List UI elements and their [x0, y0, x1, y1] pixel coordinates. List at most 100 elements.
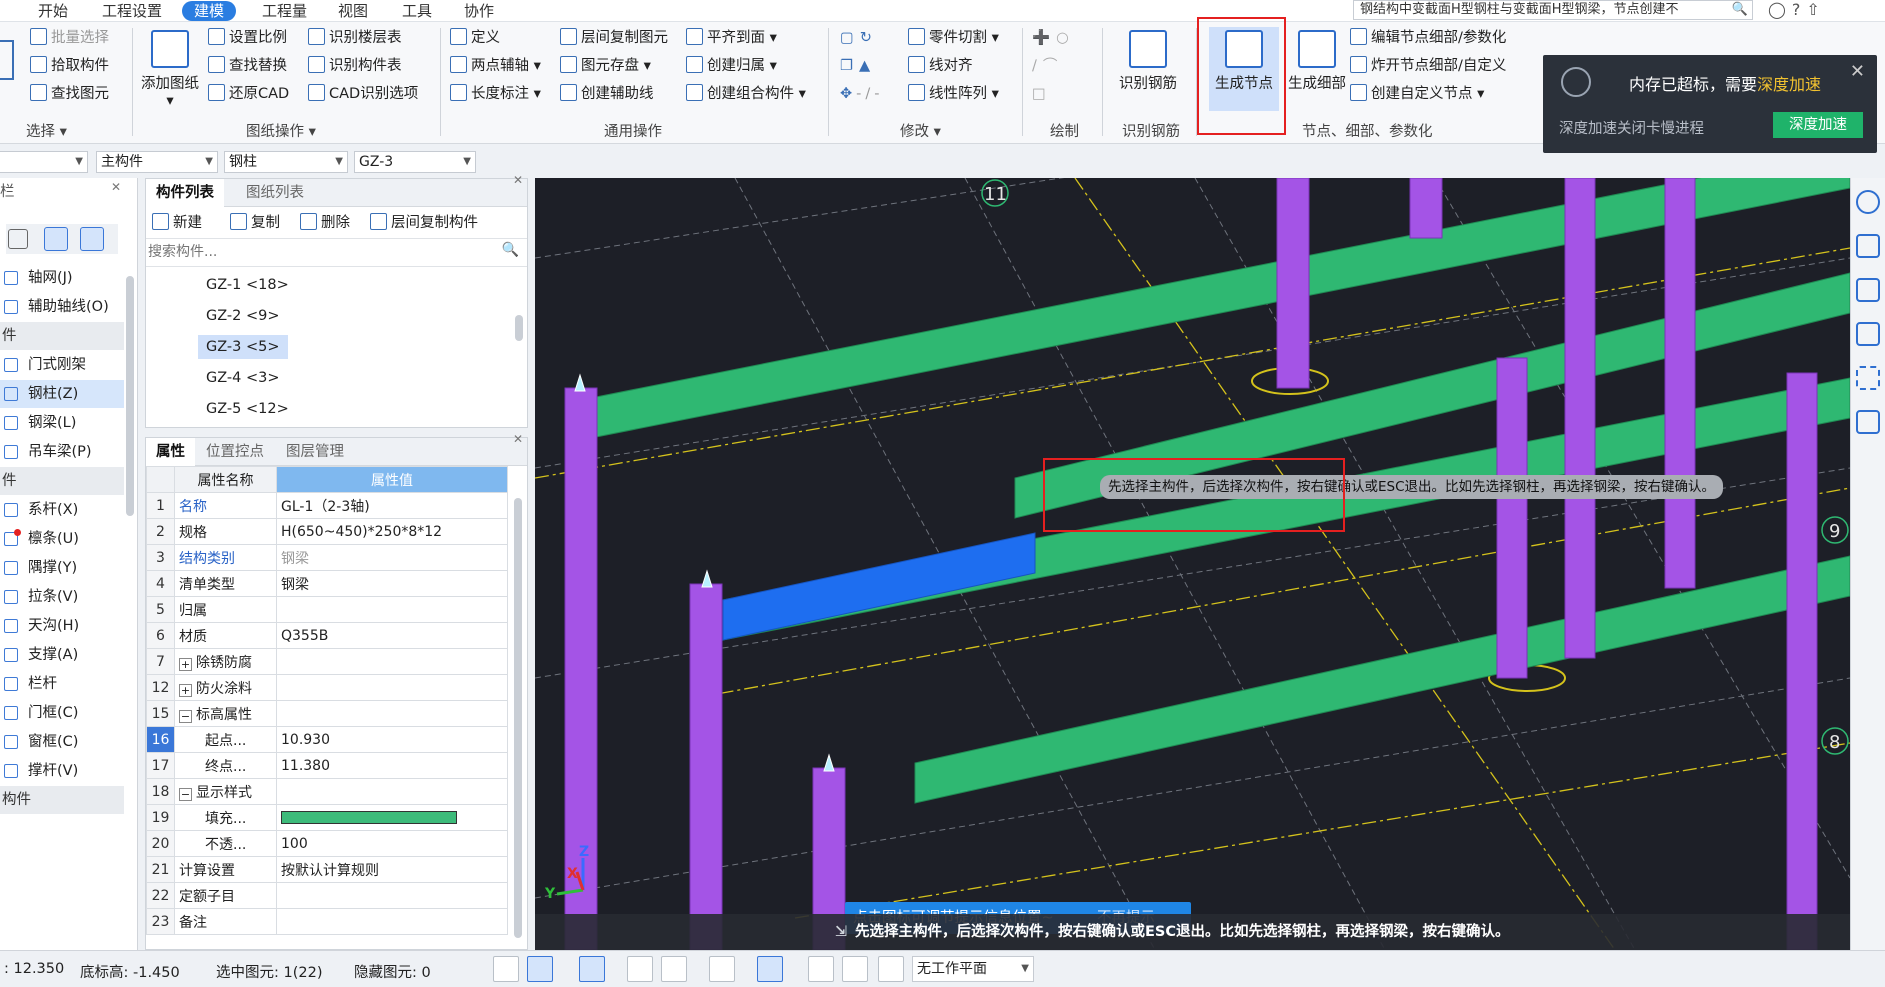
draw-rect-tool[interactable]: □ [1032, 82, 1046, 106]
property-value[interactable]: H(650~450)*250*8*12 [276, 518, 508, 545]
offset-icon[interactable]: -/- [856, 86, 883, 102]
property-row[interactable]: 21 计算设置 按默认计算规则 [146, 856, 508, 883]
nav-section-header[interactable]: 件 [0, 322, 124, 350]
set-scale-button[interactable]: 设置比例 [208, 26, 287, 50]
cross-toggle[interactable] [627, 956, 653, 982]
property-value[interactable]: 钢梁 [276, 544, 508, 571]
move-icon[interactable]: ✥ [840, 86, 856, 102]
save-element-button[interactable]: 图元存盘 ▾ [560, 54, 651, 78]
menu-project-settings[interactable]: 工程设置 [102, 0, 162, 22]
tab-drawing-list[interactable]: 图纸列表 [236, 179, 314, 207]
nav-item[interactable]: 门式刚架 [0, 351, 124, 379]
tab-position-points[interactable]: 位置控点 [196, 438, 274, 466]
property-value[interactable]: 钢梁 [276, 570, 508, 597]
nav-item[interactable]: 门框(C) [0, 699, 124, 727]
restore-cad-button[interactable]: 还原CAD [208, 82, 289, 106]
property-row[interactable]: 23 备注 [146, 908, 508, 935]
nav-item[interactable]: 辅助轴线(O) [0, 293, 124, 321]
property-value[interactable] [276, 596, 508, 623]
search-input[interactable]: 钢结构中变截面H型钢柱与变截面H型钢梁，节点创建不 🔍 [1353, 0, 1753, 20]
move-tools[interactable]: ✥-/- [840, 82, 884, 106]
view-fit-toggle[interactable] [808, 956, 834, 982]
close-icon[interactable]: ✕ [513, 432, 523, 446]
nav-item[interactable]: 窗框(C) [0, 728, 124, 756]
close-icon[interactable]: ✕ [1850, 61, 1865, 82]
property-row[interactable]: 16 起点... 10.930 [146, 726, 508, 753]
draw-point-tools[interactable]: ➕○ [1032, 26, 1075, 50]
rotate-view-toggle[interactable] [661, 956, 687, 982]
menu-quantity[interactable]: 工程量 [262, 0, 307, 22]
line-icon[interactable]: ∕ [1032, 58, 1043, 74]
property-row[interactable]: 6 材质 Q355B [146, 622, 508, 649]
3d-snap-toggle[interactable] [579, 956, 605, 982]
arc-toggle[interactable] [878, 956, 904, 982]
ortho-toggle[interactable] [493, 956, 519, 982]
nav-item[interactable]: 钢梁(L) [0, 409, 124, 437]
component-category-select[interactable]: 钢柱 ▼ [224, 151, 348, 173]
nav-item[interactable]: 栏杆 [0, 670, 124, 698]
layer-toggle[interactable] [842, 956, 868, 982]
draw-line-tools[interactable]: ∕⌒ [1032, 54, 1063, 78]
property-row[interactable]: 20 不透... 100 [146, 830, 508, 857]
length-dimension-button[interactable]: 长度标注 ▾ [450, 82, 541, 106]
list-view-icon[interactable] [44, 227, 68, 251]
copy-mirror-tools[interactable]: ❐▲ [840, 54, 876, 78]
menu-start[interactable]: 开始 [38, 0, 68, 22]
component-select[interactable]: GZ-3 ▼ [354, 151, 476, 173]
expand-toggle-icon[interactable]: + [179, 657, 192, 671]
property-row[interactable]: 5 归属 [146, 596, 508, 623]
line-align-button[interactable]: 线对齐 [908, 54, 973, 78]
copy-button[interactable]: 复制 [230, 211, 280, 235]
two-point-axis-button[interactable]: 两点辅轴 ▾ [450, 54, 541, 78]
nav-item[interactable]: 撑杆(V) [0, 757, 124, 785]
accelerate-button[interactable]: 深度加速 [1773, 112, 1863, 138]
add-drawing-button[interactable]: 添加图纸 ▾ [140, 30, 200, 109]
part-cut-button[interactable]: 零件切割 ▾ [908, 26, 999, 50]
align-to-face-button[interactable]: 平齐到面 ▾ [686, 26, 777, 50]
identify-floor-table-button[interactable]: 识别楼层表 [308, 26, 402, 50]
floor-copy-component-button[interactable]: 层间复制构件 [370, 211, 478, 235]
menu-collab[interactable]: 协作 [464, 0, 494, 22]
property-value[interactable]: GL-1（2-3轴) [276, 492, 508, 519]
component-list-item[interactable]: GZ-2 <9> [198, 304, 288, 328]
arc-icon[interactable]: ⌒ [1043, 58, 1064, 74]
component-search-input[interactable] [148, 241, 488, 263]
nav-scrollbar[interactable] [126, 276, 134, 516]
component-list-item[interactable]: GZ-5 <12> [198, 397, 297, 421]
property-row[interactable]: 1 名称 GL-1（2-3轴) [146, 492, 508, 519]
find-replace-button[interactable]: 查找替换 [208, 54, 287, 78]
property-value[interactable]: 100 [276, 830, 508, 857]
delete-icon[interactable]: ▢ [840, 30, 860, 46]
pick-component-button[interactable]: 拾取构件 [30, 54, 109, 78]
expand-toggle-icon[interactable]: + [179, 683, 192, 697]
batch-select-button[interactable]: 批量选择 [30, 26, 109, 50]
define-button[interactable]: 定义 [450, 26, 500, 50]
property-scrollbar[interactable] [514, 498, 522, 938]
nav-item[interactable]: 钢柱(Z) [0, 380, 124, 408]
nav-item[interactable]: 吊车梁(P) [0, 438, 124, 466]
nav-item[interactable]: 隅撑(Y) [0, 554, 124, 582]
generate-detail-button[interactable]: 生成细部 [1285, 30, 1349, 93]
property-value[interactable] [276, 700, 508, 727]
list-scrollbar[interactable] [515, 315, 523, 341]
new-button[interactable]: 新建 [152, 211, 202, 235]
close-icon[interactable]: ✕ [513, 173, 523, 187]
floor-select[interactable]: ▼ [0, 151, 88, 173]
mirror-icon[interactable]: ▲ [859, 58, 876, 74]
menu-tools[interactable]: 工具 [402, 0, 432, 22]
property-value[interactable] [276, 674, 508, 701]
property-row[interactable]: 2 规格 H(650~450)*250*8*12 [146, 518, 508, 545]
edit-node-detail-button[interactable]: 编辑节点细部/参数化 [1350, 26, 1506, 50]
find-element-button[interactable]: 查找图元 [30, 82, 109, 106]
select-big-icon[interactable] [0, 40, 14, 80]
create-custom-node-button[interactable]: 创建自定义节点 ▾ [1350, 82, 1484, 106]
property-row[interactable]: 22 定额子目 [146, 882, 508, 909]
tab-properties[interactable]: 属性 [146, 438, 195, 466]
cad-options-button[interactable]: CAD识别选项 [308, 82, 418, 106]
2d-view-icon[interactable] [1856, 234, 1880, 258]
3d-view-icon[interactable] [1856, 278, 1880, 302]
search-icon[interactable]: 🔍 [1732, 1, 1748, 19]
nav-item[interactable]: 系杆(X) [0, 496, 124, 524]
create-group-component-button[interactable]: 创建组合构件 ▾ [686, 82, 806, 106]
property-value[interactable] [276, 908, 508, 935]
